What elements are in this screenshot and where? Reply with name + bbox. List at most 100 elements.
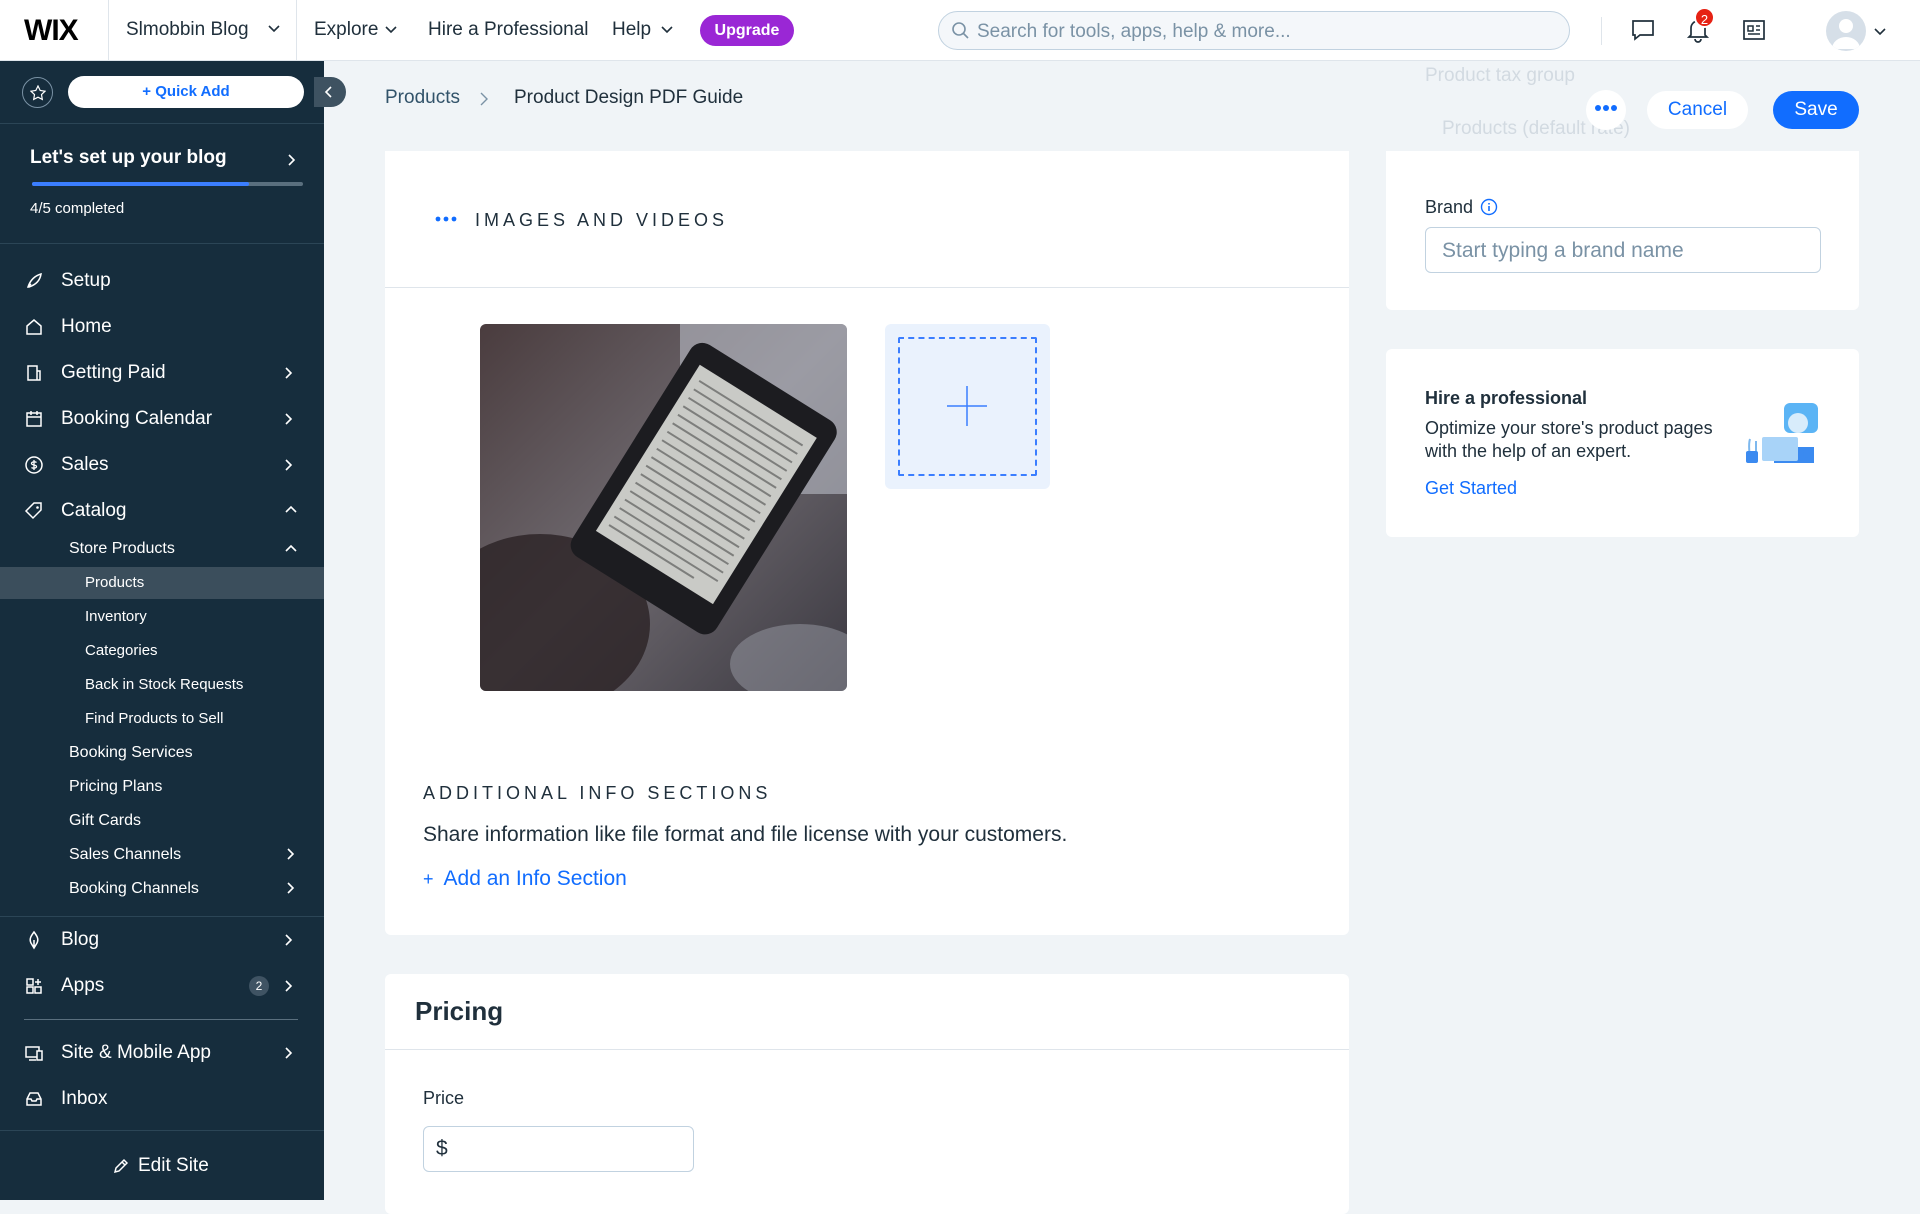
site-selector[interactable]: Slmobbin Blog	[108, 0, 297, 61]
sidebar-item-gift-cards[interactable]: Gift Cards	[0, 805, 324, 837]
sidebar-item-label: Pricing Plans	[69, 778, 163, 795]
cancel-button[interactable]: Cancel	[1647, 91, 1748, 129]
quick-add-label: Quick Add	[155, 83, 230, 100]
save-button[interactable]: Save	[1773, 91, 1859, 129]
pen-nib-icon	[29, 930, 39, 950]
chevron-right-icon	[285, 459, 293, 471]
chevron-right-icon	[285, 980, 293, 992]
sidebar-item-label: Inbox	[61, 1088, 108, 1109]
nav-help-label: Help	[612, 19, 652, 40]
news-icon[interactable]	[1741, 17, 1767, 43]
product-image[interactable]	[480, 324, 847, 691]
images-section-title: IMAGES AND VIDEOS	[475, 210, 729, 230]
brand-label: Brand	[1425, 197, 1474, 217]
divider	[0, 916, 324, 917]
additional-info-description: Share information like file format and f…	[423, 823, 1068, 846]
hire-professional-card: Hire a professional Optimize your store'…	[1386, 349, 1859, 537]
sidebar-item-getting-paid[interactable]: Getting Paid	[0, 353, 324, 393]
tax-group-label: Product tax group	[1425, 65, 1575, 86]
sidebar: + Quick Add Let's set up your blog 4/5 c…	[0, 61, 324, 1200]
get-started-link[interactable]: Get Started	[1425, 478, 1517, 499]
currency-symbol: $	[436, 1137, 448, 1160]
sidebar-item-home[interactable]: Home	[0, 307, 324, 347]
sidebar-item-label: Site & Mobile App	[61, 1042, 211, 1063]
sidebar-item-label: Find Products to Sell	[85, 710, 224, 727]
sidebar-item-inventory[interactable]: Inventory	[0, 601, 324, 633]
tag-icon	[24, 502, 42, 520]
avatar[interactable]	[1826, 11, 1866, 51]
sidebar-item-label: Sales	[61, 454, 109, 475]
site-name: Slmobbin Blog	[126, 19, 249, 40]
sidebar-item-booking-services[interactable]: Booking Services	[0, 737, 324, 769]
more-actions-button[interactable]	[1586, 90, 1626, 130]
sidebar-item-store-products[interactable]: Store Products	[0, 533, 324, 565]
sidebar-item-inbox[interactable]: Inbox	[0, 1079, 324, 1119]
sidebar-item-back-in-stock[interactable]: Back in Stock Requests	[0, 669, 324, 701]
sidebar-item-setup[interactable]: Setup	[0, 261, 324, 301]
breadcrumb-current: Product Design PDF Guide	[514, 87, 744, 108]
sidebar-item-label: Home	[61, 316, 112, 337]
add-info-section-link[interactable]: + Add an Info Section	[423, 867, 627, 891]
sidebar-item-label: Blog	[61, 929, 100, 950]
progress-fill	[32, 182, 249, 186]
brand-input[interactable]: Start typing a brand name	[1425, 227, 1821, 273]
sidebar-item-label: Products	[85, 574, 145, 591]
collapse-sidebar-button[interactable]	[314, 77, 346, 107]
breadcrumb-products[interactable]: Products	[385, 87, 460, 109]
sidebar-item-booking-channels[interactable]: Booking Channels	[0, 873, 324, 905]
sidebar-item-site-mobile-app[interactable]: Site & Mobile App	[0, 1033, 324, 1073]
chevron-right-icon	[285, 934, 293, 946]
apps-icon	[26, 978, 42, 994]
plus-icon: +	[423, 869, 434, 889]
chevron-down-icon[interactable]	[1873, 27, 1887, 37]
chat-icon[interactable]	[1630, 17, 1656, 43]
sidebar-item-categories[interactable]: Categories	[0, 635, 324, 667]
setup-title[interactable]: Let's set up your blog	[30, 147, 227, 169]
page-header: Products Product Design PDF Guide Produc…	[324, 61, 1920, 151]
nav-hire-label: Hire a Professional	[428, 19, 589, 40]
price-label: Price	[423, 1088, 465, 1108]
chevron-down-icon	[385, 26, 397, 34]
sidebar-item-booking-calendar[interactable]: Booking Calendar	[0, 399, 324, 439]
sidebar-item-label: Setup	[61, 270, 111, 291]
nav-explore-label: Explore	[314, 19, 379, 40]
sidebar-item-sales[interactable]: Sales	[0, 445, 324, 485]
sidebar-item-label: Categories	[85, 642, 158, 659]
images-videos-card: IMAGES AND VIDEOS ADDITIONAL INFO SECTIO…	[385, 95, 1349, 935]
search-input[interactable]: Search for tools, apps, help & more...	[938, 11, 1570, 50]
sidebar-item-products[interactable]: Products	[0, 567, 324, 599]
chevron-right-icon	[285, 1047, 293, 1059]
favorites-button[interactable]	[22, 77, 53, 108]
add-media-button[interactable]	[885, 324, 1050, 489]
edit-site-button[interactable]: Edit Site	[0, 1130, 324, 1200]
notification-badge: 2	[1694, 7, 1715, 28]
rocket-icon	[26, 272, 42, 288]
nav-hire-professional[interactable]: Hire a Professional	[428, 19, 589, 41]
sidebar-item-blog[interactable]: Blog	[0, 920, 324, 960]
sidebar-item-apps[interactable]: Apps 2	[0, 966, 324, 1006]
brand-placeholder: Start typing a brand name	[1442, 239, 1684, 262]
info-icon[interactable]	[1480, 198, 1498, 216]
devices-icon	[25, 1046, 43, 1061]
sidebar-item-label: Booking Channels	[69, 880, 199, 897]
sidebar-item-pricing-plans[interactable]: Pricing Plans	[0, 771, 324, 803]
drag-handle-icon[interactable]	[435, 216, 457, 222]
upgrade-button[interactable]: Upgrade	[700, 15, 794, 46]
sidebar-item-catalog[interactable]: Catalog	[0, 491, 324, 531]
nav-help[interactable]: Help	[612, 19, 682, 41]
pricing-card: Pricing Price $	[385, 974, 1349, 1214]
quick-add-button[interactable]: + Quick Add	[68, 76, 304, 108]
star-icon	[30, 85, 46, 101]
plus-icon: +	[142, 83, 156, 100]
wix-logo[interactable]: WIX	[24, 14, 79, 48]
sidebar-item-label: Getting Paid	[61, 362, 166, 383]
nav-explore[interactable]: Explore	[314, 19, 404, 41]
price-input[interactable]: $	[423, 1126, 694, 1172]
progress-text: 4/5 completed	[30, 200, 125, 217]
divider	[0, 123, 324, 124]
getting-paid-icon	[27, 365, 41, 381]
professional-illustration	[1746, 403, 1818, 463]
sidebar-item-sales-channels[interactable]: Sales Channels	[0, 839, 324, 871]
chevron-right-icon	[285, 367, 293, 379]
sidebar-item-find-products[interactable]: Find Products to Sell	[0, 703, 324, 735]
